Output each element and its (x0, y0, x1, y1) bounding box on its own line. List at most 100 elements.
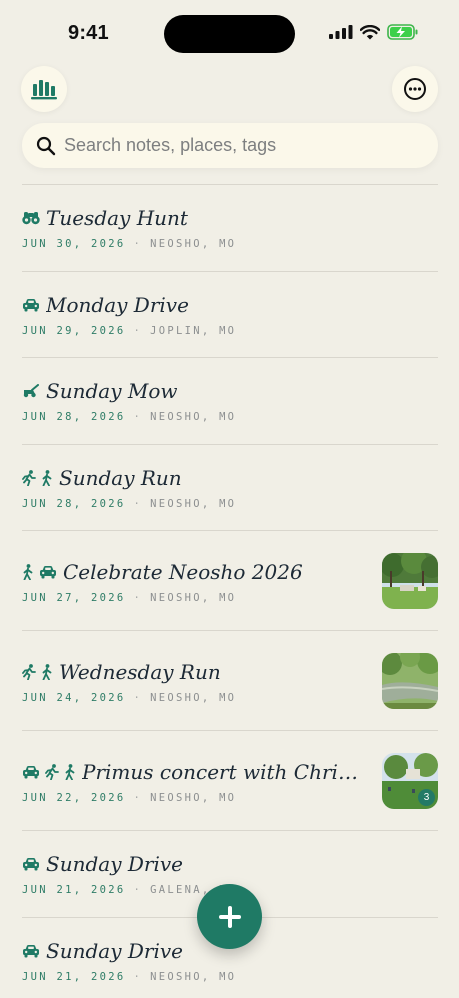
activity-icons (22, 211, 40, 225)
entry-date: JUN 22, 2026 (22, 792, 126, 804)
entry-meta: JUN 28, 2026 · NEOSHO, MO (22, 411, 438, 423)
search-bar[interactable] (22, 123, 438, 168)
entry-place: NEOSHO, MO (150, 497, 237, 510)
entry-date: JUN 28, 2026 (22, 497, 126, 510)
activity-icons (22, 564, 57, 580)
entry-meta: JUN 24, 2026 · NEOSHO, MO (22, 692, 358, 704)
entry-date: JUN 24, 2026 (22, 692, 126, 704)
run-icon (22, 664, 36, 680)
meta-separator: · (133, 970, 143, 983)
car-icon (22, 765, 40, 779)
car-icon (39, 565, 57, 579)
list-item[interactable]: Sunday Run JUN 28, 2026 · NEOSHO, MO (22, 443, 438, 531)
entry-title: Monday Drive (46, 292, 189, 317)
entry-meta: JUN 30, 2026 · NEOSHO, MO (22, 238, 438, 250)
entry-photo-thumbnail[interactable] (382, 653, 438, 709)
entry-photo-thumbnail[interactable] (382, 553, 438, 609)
car-icon (22, 944, 40, 958)
walk-icon (22, 564, 34, 580)
entry-meta: JUN 22, 2026 · NEOSHO, MO (22, 792, 358, 804)
list-item[interactable]: Tuesday Hunt JUN 30, 2026 · NEOSHO, MO (22, 184, 438, 271)
entry-title-row: Wednesday Run (22, 660, 358, 684)
status-time: 9:41 (68, 22, 109, 44)
plus-icon (218, 905, 241, 928)
entry-title: Sunday Drive (46, 852, 183, 876)
more-options-icon (404, 78, 426, 100)
entry-date: JUN 27, 2026 (22, 592, 126, 604)
cellular-signal-icon (329, 25, 353, 39)
binoculars-icon (22, 211, 40, 225)
entry-title: Celebrate Neosho 2026 (63, 560, 303, 584)
list-item[interactable]: Primus concert with Chris W… JUN 22, 2026… (22, 730, 438, 830)
entry-title: Sunday Drive (46, 938, 183, 963)
entry-title: Tuesday Hunt (46, 206, 188, 230)
meta-separator: · (133, 792, 143, 804)
run-icon (22, 469, 36, 486)
entry-place: NEOSHO, MO (150, 970, 237, 983)
meta-separator: · (133, 324, 143, 337)
search-icon (36, 136, 56, 155)
wifi-icon (360, 24, 380, 39)
status-bar: 9:41 (0, 0, 459, 64)
walk-icon (41, 664, 53, 680)
car-icon (22, 298, 40, 312)
entry-title: Wednesday Run (59, 660, 221, 684)
entry-place: NEOSHO, MO (150, 592, 237, 604)
walk-icon (64, 764, 76, 780)
entry-place: NEOSHO, MO (150, 411, 237, 423)
meta-separator: · (133, 497, 143, 510)
entry-place: JOPLIN, MO (150, 324, 237, 337)
journal-list: Tuesday Hunt JUN 30, 2026 · NEOSHO, MO Monda… (22, 184, 438, 998)
activity-icons (22, 384, 40, 398)
entry-meta: JUN 21, 2026 · NEOSHO, MO (22, 971, 438, 983)
entry-title-row: Sunday Run (22, 466, 438, 490)
entry-title: Sunday Mow (46, 379, 178, 403)
entry-title-row: Celebrate Neosho 2026 (22, 560, 358, 584)
meta-separator: · (133, 884, 143, 896)
dynamic-island (164, 15, 295, 53)
activity-icons (22, 298, 40, 312)
list-item[interactable]: Monday Drive JUN 29, 2026 · JOPLIN, MO (22, 270, 438, 358)
car-icon (22, 857, 40, 871)
entry-photo-thumbnail[interactable]: 3 (382, 753, 438, 809)
activity-icons (22, 944, 40, 958)
walk-icon (41, 469, 53, 486)
entry-meta: JUN 27, 2026 · NEOSHO, MO (22, 592, 358, 604)
entry-place: NEOSHO, MO (150, 238, 237, 250)
stats-chart-icon (31, 80, 57, 100)
meta-separator: · (133, 592, 143, 604)
entry-title: Sunday Run (59, 465, 182, 490)
entry-title-row: Monday Drive (22, 293, 438, 317)
entry-meta: JUN 28, 2026 · NEOSHO, MO (22, 498, 438, 510)
entry-title-row: Tuesday Hunt (22, 206, 438, 230)
more-button[interactable] (392, 66, 438, 112)
entry-date: JUN 21, 2026 (22, 970, 126, 983)
meta-separator: · (133, 692, 143, 704)
entry-title-row: Sunday Drive (22, 852, 438, 876)
search-input[interactable] (64, 135, 404, 156)
stats-button[interactable] (21, 66, 67, 112)
meta-separator: · (133, 411, 143, 423)
entry-date: JUN 29, 2026 (22, 324, 126, 337)
list-item[interactable]: Sunday Mow JUN 28, 2026 · NEOSHO, MO (22, 357, 438, 444)
list-item[interactable]: Wednesday Run JUN 24, 2026 · NEOSHO, MO (22, 630, 438, 730)
entry-date: JUN 21, 2026 (22, 884, 126, 896)
meta-separator: · (133, 238, 143, 250)
activity-icons (22, 469, 53, 486)
entry-place: NEOSHO, MO (150, 692, 237, 704)
add-entry-button[interactable] (197, 884, 262, 949)
activity-icons (22, 664, 53, 680)
run-icon (45, 764, 59, 780)
mower-icon (22, 384, 40, 398)
entry-title-row: Sunday Mow (22, 379, 438, 403)
entry-date: JUN 30, 2026 (22, 238, 126, 250)
battery-charging-icon (387, 24, 418, 40)
entry-title: Primus concert with Chris W… (82, 760, 358, 784)
list-item[interactable]: Celebrate Neosho 2026 JUN 27, 2026 · NEOSHO… (22, 530, 438, 630)
entry-date: JUN 28, 2026 (22, 411, 126, 423)
photo-count-badge: 3 (418, 789, 435, 806)
activity-icons (22, 857, 40, 871)
entry-title-row: Primus concert with Chris W… (22, 760, 358, 784)
system-icons (329, 24, 419, 40)
activity-icons (22, 764, 76, 780)
